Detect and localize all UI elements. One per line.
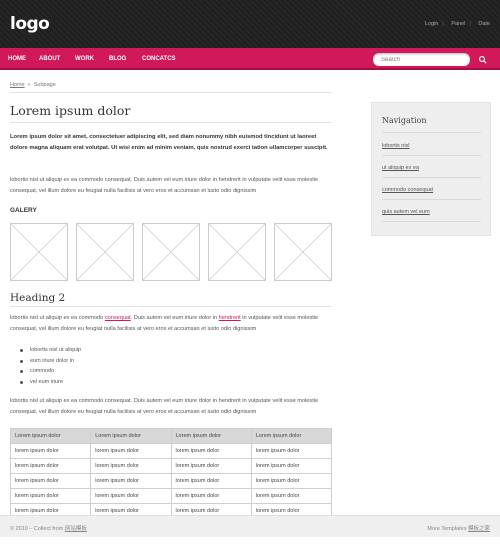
table-cell: lorem ipsum dolor — [90, 458, 172, 474]
text-span: lobortis nisl ut aliquip ex ea commodo — [10, 315, 105, 321]
top-link-login[interactable]: Login — [425, 21, 438, 27]
table-row: lorem ipsum dolor lorem ipsum dolor lore… — [9, 458, 333, 474]
nav-item-contacts[interactable]: CONCATCS — [142, 56, 176, 62]
divider — [382, 155, 481, 156]
sidebar: Navigation lobortis nisl ut aliquip ex e… — [371, 102, 491, 236]
image-placeholder-icon — [143, 224, 199, 280]
table-header-row: Lorem ipsum dolor Lorem ipsum dolor Lore… — [9, 428, 333, 444]
footer-copyright: © 2010 – Collect from — [10, 526, 64, 532]
top-link-separator: | — [469, 21, 471, 27]
sidebar-item-quis[interactable]: quis autem vel eum — [382, 209, 481, 215]
table-header-cell: Lorem ipsum dolor — [250, 428, 333, 444]
search-input[interactable] — [381, 53, 469, 66]
divider — [10, 306, 332, 307]
page-title: Lorem ipsum dolor — [10, 103, 131, 118]
divider — [382, 177, 481, 178]
body-paragraph: lobortis nisl ut aliquip ex ea commodo c… — [10, 398, 319, 415]
table-cell: lorem ipsum dolor — [90, 488, 172, 504]
table-cell: lorem ipsum dolor — [170, 473, 252, 489]
table-header-cell: Lorem ipsum dolor — [170, 428, 252, 444]
breadcrumb-arrow: » — [27, 82, 31, 88]
footer-more-link[interactable]: 模板之家 — [468, 526, 490, 532]
image-placeholder-icon — [275, 224, 331, 280]
inline-link-consequat[interactable]: consequat — [105, 315, 131, 321]
divider — [382, 132, 481, 133]
search-box — [373, 53, 470, 66]
top-link-date[interactable]: Date — [478, 21, 490, 27]
table-cell: lorem ipsum dolor — [170, 458, 252, 474]
table-cell: lorem ipsum dolor — [9, 473, 92, 489]
nav-item-work[interactable]: WORK — [75, 56, 94, 62]
table-cell: lorem ipsum dolor — [90, 473, 172, 489]
footer: © 2010 – Collect from 网站模板 More Template… — [0, 515, 500, 537]
top-header: logo Login | Panel | Date — [0, 0, 500, 48]
gallery-image-placeholder[interactable] — [142, 223, 200, 281]
table-cell: lorem ipsum dolor — [170, 488, 252, 504]
table-header-cell: Lorem ipsum dolor — [90, 428, 172, 444]
search-button[interactable] — [478, 55, 488, 65]
sidebar-item-lobortis[interactable]: lobortis nisl — [382, 143, 481, 149]
gallery-image-placeholder[interactable] — [208, 223, 266, 281]
table-cell: lorem ipsum dolor — [9, 488, 92, 504]
divider — [10, 92, 332, 93]
list-item: vel eum iriure — [20, 377, 81, 388]
list-item: eum iriure dolor in — [20, 356, 81, 367]
table-row: lorem ipsum dolor lorem ipsum dolor lore… — [9, 473, 333, 489]
bullet-list: lobortis nisl ut aliquip eum iriure dolo… — [20, 345, 81, 387]
breadcrumb-current: Subpage — [33, 82, 56, 88]
image-placeholder-icon — [77, 224, 133, 280]
table-cell: lorem ipsum dolor — [9, 458, 92, 474]
lead-paragraph: Lorem ipsum dolor sit amet, consectetuer… — [10, 134, 328, 151]
divider — [382, 221, 481, 222]
gallery-image-placeholder[interactable] — [274, 223, 332, 281]
table-cell: lorem ipsum dolor — [170, 443, 252, 459]
table-cell: lorem ipsum dolor — [250, 488, 333, 504]
top-links: Login | Panel | Date — [419, 21, 490, 27]
image-placeholder-icon — [11, 224, 67, 280]
image-placeholder-icon — [209, 224, 265, 280]
text-span: . Duis autem vel eum iriure dolor in — [130, 315, 219, 321]
sidebar-item-commodo[interactable]: commodo consequat — [382, 187, 481, 193]
footer-credit: © 2010 – Collect from 网站模板 — [10, 524, 87, 532]
nav-item-about[interactable]: ABOUT — [39, 56, 60, 62]
table-cell: lorem ipsum dolor — [250, 473, 333, 489]
data-table: Lorem ipsum dolor Lorem ipsum dolor Lore… — [9, 428, 333, 519]
logo[interactable]: logo — [10, 14, 50, 34]
section-heading: Heading 2 — [10, 292, 66, 304]
footer-link[interactable]: 网站模板 — [65, 526, 87, 532]
sidebar-title: Navigation — [382, 116, 427, 125]
nav-item-blog[interactable]: BLOG — [109, 56, 126, 62]
gallery-image-placeholder[interactable] — [10, 223, 68, 281]
table-row: lorem ipsum dolor lorem ipsum dolor lore… — [9, 443, 333, 459]
table-cell: lorem ipsum dolor — [9, 443, 92, 459]
table-header-cell: Lorem ipsum dolor — [9, 428, 92, 444]
sidebar-item-aliquip[interactable]: ut aliquip ex ea — [382, 165, 481, 171]
table-cell: lorem ipsum dolor — [90, 443, 172, 459]
list-item: lobortis nisl ut aliquip — [20, 345, 81, 356]
breadcrumb-home-link[interactable]: Home — [10, 82, 25, 88]
table-cell: lorem ipsum dolor — [250, 443, 333, 459]
table-row: lorem ipsum dolor lorem ipsum dolor lore… — [9, 488, 333, 504]
footer-more-label: More Templates — [427, 526, 467, 532]
inline-link-hendrerit[interactable]: hendrerit — [219, 315, 241, 321]
body-paragraph: lobortis nisl ut aliquip ex ea commodo c… — [10, 313, 332, 335]
top-link-panel[interactable]: Panel — [451, 21, 465, 27]
list-item: commodo — [20, 366, 81, 377]
footer-more: More Templates 模板之家 — [427, 524, 490, 532]
gallery-heading: GALERY — [10, 207, 37, 214]
breadcrumb: Home» Subpage — [10, 82, 56, 88]
body-paragraph: lobortis nisl ut aliquip ex ea commodo c… — [10, 177, 319, 194]
top-link-separator: | — [442, 21, 444, 27]
divider — [10, 122, 332, 123]
gallery-image-placeholder[interactable] — [76, 223, 134, 281]
search-icon — [479, 56, 487, 64]
divider — [382, 199, 481, 200]
table-cell: lorem ipsum dolor — [250, 458, 333, 474]
nav-item-home[interactable]: HOME — [8, 56, 26, 62]
